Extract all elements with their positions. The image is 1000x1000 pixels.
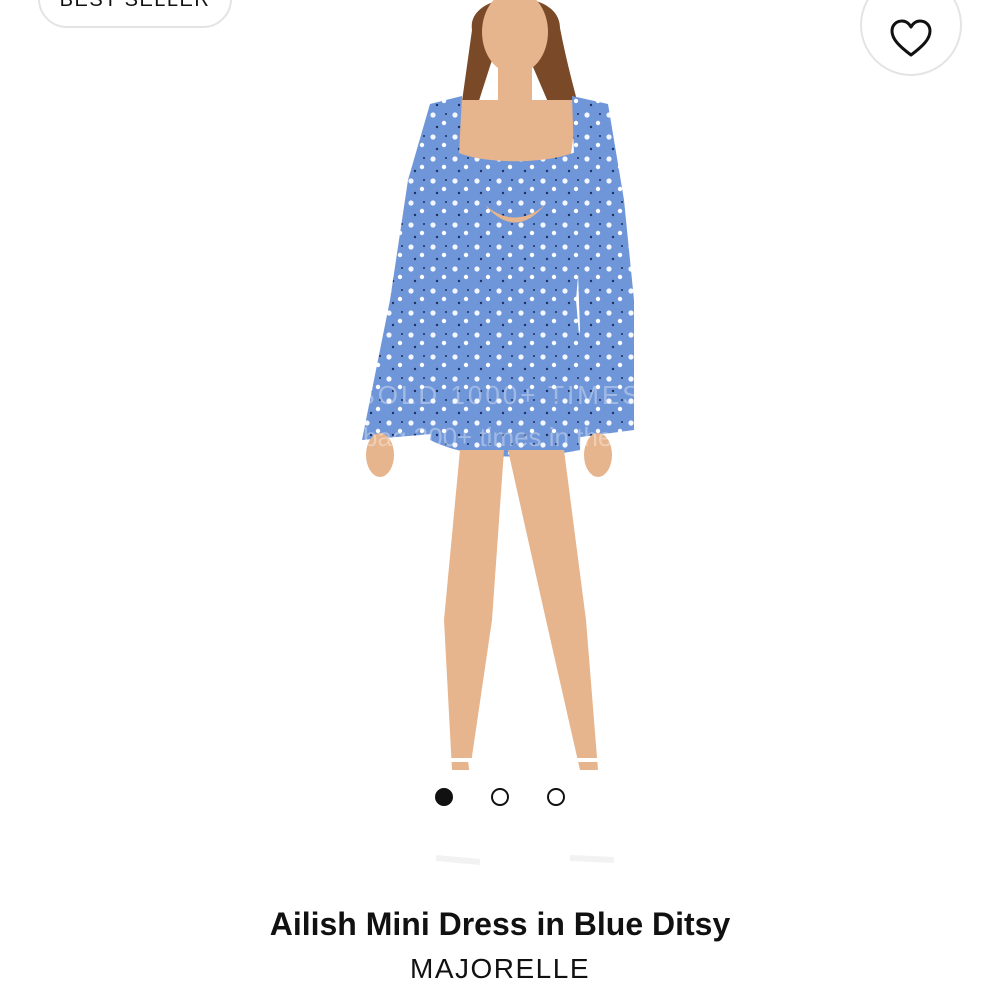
- product-title: Ailish Mini Dress in Blue Ditsy: [269, 906, 731, 942]
- carousel-dot-2[interactable]: [491, 788, 509, 806]
- carousel-dot-1[interactable]: [435, 788, 453, 806]
- carousel-indicators: [0, 788, 1000, 806]
- best-seller-label: BEST SELLER: [59, 0, 211, 11]
- product-page: BEST SELLER SOLD 1000+ TIMES Added to ba…: [0, 0, 1000, 1000]
- product-brand[interactable]: MAJORELLE: [0, 953, 1000, 985]
- best-seller-badge: BEST SELLER: [38, 0, 232, 28]
- favorite-button[interactable]: [860, 0, 962, 76]
- product-image[interactable]: [230, 0, 770, 890]
- carousel-dot-3[interactable]: [547, 788, 565, 806]
- heart-icon: [890, 19, 932, 57]
